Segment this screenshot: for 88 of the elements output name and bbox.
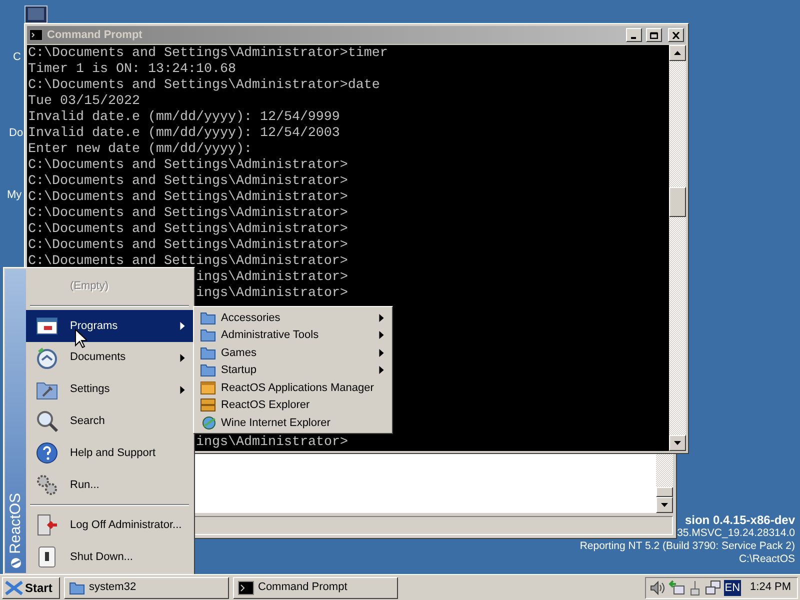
search-icon [35,409,59,434]
up-arrow-icon [674,51,681,55]
scroll-up-button[interactable] [669,45,686,61]
version-text: sion 0.4.15-x86-dev [684,514,795,527]
minimize-button[interactable] [626,28,642,42]
folder-icon [200,362,216,378]
version-text: Reporting NT 5.2 (Build 3790: Service Pack 2) [580,540,795,553]
taskbar-button[interactable]: Command Prompt [233,576,398,598]
language-indicator[interactable]: EN [724,580,742,596]
door-icon [35,513,59,538]
console-line: C:\Documents and Settings\Administrator> [28,238,348,254]
start-button[interactable]: Start [2,576,60,598]
console-line: C:\Documents and Settings\Administrator> [28,222,348,238]
console-line: C:\Documents and Settings\Administrator> [28,158,348,174]
desktop-icon-label[interactable]: My [7,190,22,201]
explorer-icon [200,397,216,414]
monitors-icon[interactable] [704,580,721,596]
close-button[interactable] [668,28,684,42]
menu-item[interactable]: Documents [26,342,193,374]
gears-icon [35,473,59,498]
submenu-arrow-icon [379,331,384,340]
submenu-item[interactable]: Accessories [196,309,390,326]
console-line: Invalid date.e (mm/dd/yyyy): 12/54/9999 [28,110,340,126]
taskbar-button[interactable]: system32 [64,576,229,598]
maximize-icon [650,32,658,38]
logo-icon [10,557,22,569]
desktop-icon-label[interactable]: Do [9,128,24,139]
submenu-arrow-icon [379,314,384,322]
console-line: ings\Administrator> [196,286,348,302]
desktop-icon-label[interactable]: C [13,52,21,63]
menu-item[interactable]: Settings [26,374,193,406]
submenu-arrow-icon [379,348,384,357]
maximize-button[interactable] [646,28,662,42]
submenu-arrow-icon [180,386,185,394]
console-line: C:\Documents and Settings\Administrator> [28,254,348,270]
scroll-down-button[interactable] [669,435,686,451]
console-line: C:\Documents and Settings\Administrator> [28,206,348,222]
menu-item[interactable]: Search [26,406,193,438]
console-line: C:\Documents and Settings\Administrator> [28,174,348,190]
console-line: C:\Documents and Settings\Administrator>date [28,78,380,94]
submenu-item[interactable]: Games [196,344,390,362]
submenu-item[interactable]: Wine Internet Explorer [196,414,390,432]
submenu-arrow-icon [180,322,185,330]
usb-icon[interactable] [688,580,702,596]
network-icon[interactable] [668,580,685,596]
logo-icon [5,580,23,596]
console-line: Invalid date.e (mm/dd/yyyy): 12/54/2003 [28,126,340,142]
submenu-arrow-icon [180,354,185,362]
clock[interactable]: 1:24 PM [750,579,791,596]
menu-item[interactable]: Run... [26,469,193,502]
submenu-item[interactable]: Startup [196,362,390,379]
down-arrow-icon [674,441,681,445]
package-icon [200,380,216,396]
menu-item[interactable]: Programs [26,310,193,342]
window-title: Command Prompt [47,28,144,43]
scrollbar-thumb[interactable] [669,187,686,217]
menu-item[interactable]: Log Off Administrator... [26,509,193,542]
folder-icon [200,327,216,344]
folder-icon [200,344,216,361]
menu-item[interactable]: Shut Down... [26,541,193,573]
console-line: Timer 1 is ON: 13:24:10.68 [28,62,236,78]
console-line: ings\Administrator> [196,270,348,286]
submenu-item[interactable]: Administrative Tools [196,326,390,344]
console-icon [29,29,43,41]
scrollbar-thumb[interactable] [656,487,673,497]
folder-icon [69,580,85,596]
close-icon [672,32,680,38]
banner-text: ReactOS [8,493,23,554]
console-line: C:\Documents and Settings\Administrator> [28,190,348,206]
console-line: Enter new date (mm/dd/yyyy): [28,142,252,158]
scroll-down-button[interactable] [656,497,673,513]
console-line: C:\Documents and Settings\Administrator>timer [28,46,388,62]
console-line: Tue 03/15/2022 [28,94,140,110]
version-text: 35.MSVC_19.24.28314.0 [677,527,795,540]
globe-icon [200,414,216,431]
speaker-icon[interactable] [650,580,666,596]
down-arrow-icon [661,503,668,507]
menu-item[interactable]: Help and Support [26,437,193,470]
console-icon [238,580,254,594]
version-text: C:\ReactOS [738,553,795,566]
submenu-item[interactable]: ReactOS Applications Manager [196,379,390,396]
submenu-item[interactable]: ReactOS Explorer [196,396,390,414]
computer-icon [24,5,50,23]
help-icon [35,441,59,466]
submenu-arrow-icon [379,366,384,374]
console-line: ings\Administrator> [196,436,348,450]
clock-icon [35,346,59,370]
folder-icon [200,310,216,326]
